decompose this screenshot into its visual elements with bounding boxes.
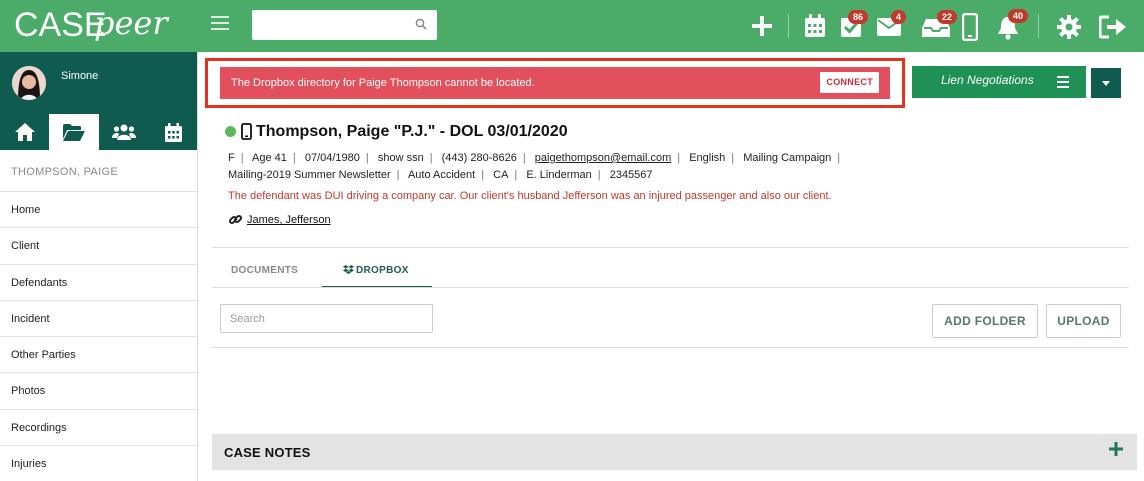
tabs-divider [212, 287, 1129, 288]
list-icon [1057, 76, 1069, 91]
show-ssn-link[interactable]: show ssn [378, 152, 424, 164]
menu-toggle-icon[interactable] [211, 16, 229, 32]
sidebar-item-other-parties[interactable]: Other Parties [0, 337, 197, 374]
client-campaign: Mailing Campaign [743, 152, 832, 164]
related-case-link[interactable]: James, Jefferson [247, 214, 331, 226]
case-notes-panel: CASE NOTES [212, 434, 1137, 470]
sidebar: Simone THOMPSON, PAIGE Home Client Defen… [0, 52, 198, 481]
case-number: 2345567 [609, 169, 653, 181]
logout-icon[interactable] [1099, 15, 1127, 39]
add-icon[interactable] [751, 15, 773, 37]
client-info-line-1: F | Age 41 | 07/04/1980 | show ssn | (443) 2… [228, 152, 841, 164]
file-search-input[interactable] [221, 305, 432, 332]
case-attorney: E. Linderman [526, 169, 592, 181]
case-label: THOMPSON, PAIGE [0, 150, 197, 192]
sidebar-item-incident[interactable]: Incident [0, 301, 197, 338]
sidebar-tabs [0, 114, 198, 150]
client-email-link[interactable]: paigethompson@email.com [535, 152, 672, 164]
client-title: Thompson, Paige "P.J." - DOL 03/01/2020 [256, 123, 568, 140]
sidebar-item-photos[interactable]: Photos [0, 373, 197, 410]
dropbox-icon [343, 265, 354, 274]
settings-gear-icon[interactable] [1057, 15, 1081, 39]
dropbox-alert: The Dropbox directory for Paige Thompson… [220, 67, 890, 99]
tab-case-files[interactable] [49, 114, 99, 150]
sidebar-item-injuries[interactable]: Injuries [0, 446, 197, 481]
upload-button[interactable]: UPLOAD [1046, 304, 1121, 338]
sidebar-item-client[interactable]: Client [0, 228, 197, 265]
mobile-phone-icon[interactable] [962, 13, 978, 41]
sidebar-item-recordings[interactable]: Recordings [0, 410, 197, 447]
tasks-badge: 86 [848, 10, 869, 24]
tab-calendar[interactable] [148, 114, 198, 150]
username: Simone [61, 70, 99, 82]
lien-negotiations-label: Lien Negotiations [941, 73, 1034, 87]
logo-peer-text: peer [94, 4, 168, 42]
tab-documents[interactable]: DOCUMENTS [231, 265, 298, 276]
calendar-icon [164, 122, 182, 142]
logo-case-text: CASE [14, 6, 107, 44]
mobile-phone-icon [241, 123, 252, 140]
avatar[interactable] [12, 66, 46, 100]
global-search-input[interactable] [252, 10, 402, 40]
caret-down-icon [1102, 81, 1110, 86]
client-phone: (443) 280-8626 [441, 152, 517, 164]
file-search[interactable] [220, 304, 433, 333]
link-icon [228, 214, 243, 225]
inbox-button[interactable]: 22 [921, 10, 958, 43]
connect-button[interactable]: CONNECT [820, 72, 879, 93]
add-note-icon[interactable] [1109, 442, 1123, 456]
search-icon[interactable] [415, 18, 427, 30]
status-indicator [225, 126, 236, 137]
user-photo-icon [12, 66, 46, 100]
client-dob: 07/04/1980 [304, 152, 360, 164]
user-panel: Simone [0, 52, 197, 150]
sidebar-item-home[interactable]: Home [0, 192, 197, 229]
home-icon [15, 123, 35, 141]
case-type: Auto Accident [407, 169, 476, 181]
mail-badge: 4 [891, 10, 907, 24]
folder-open-icon [63, 123, 85, 141]
calendar-icon[interactable] [804, 14, 826, 38]
inbox-badge: 22 [937, 10, 958, 24]
files-divider [212, 347, 1129, 348]
client-mailing-list: Mailing-2019 Summer Newsletter [228, 169, 391, 181]
sidebar-item-defendants[interactable]: Defendants [0, 265, 197, 301]
client-gender: F [228, 152, 235, 164]
case-notes-title: CASE NOTES [224, 445, 311, 460]
lien-dropdown-button[interactable] [1091, 68, 1121, 98]
client-age: Age 41 [252, 152, 287, 164]
case-description: The defendant was DUI driving a company … [228, 190, 832, 202]
divider [212, 247, 1129, 248]
tab-dropbox[interactable]: DROPBOX [343, 265, 409, 276]
top-bar: CASE peer 86 4 22 40 [0, 0, 1144, 52]
lien-negotiations-button[interactable]: Lien Negotiations [912, 66, 1086, 98]
notifications-badge: 40 [1008, 9, 1029, 23]
mail-button[interactable]: 4 [877, 10, 907, 41]
client-info-line-2: Mailing-2019 Summer Newsletter | Auto Acc… [228, 169, 653, 181]
tab-home[interactable] [0, 114, 50, 150]
tasks-button[interactable]: 86 [840, 10, 869, 43]
global-search[interactable] [252, 10, 437, 40]
case-state: CA [493, 169, 509, 181]
client-language: English [689, 152, 726, 164]
alert-message: The Dropbox directory for Paige Thompson… [231, 77, 535, 89]
add-folder-button[interactable]: ADD FOLDER [932, 304, 1038, 338]
users-icon [112, 124, 136, 140]
notifications-button[interactable]: 40 [997, 9, 1029, 45]
tab-dropbox-label: DROPBOX [356, 265, 409, 276]
tab-contacts[interactable] [99, 114, 149, 150]
